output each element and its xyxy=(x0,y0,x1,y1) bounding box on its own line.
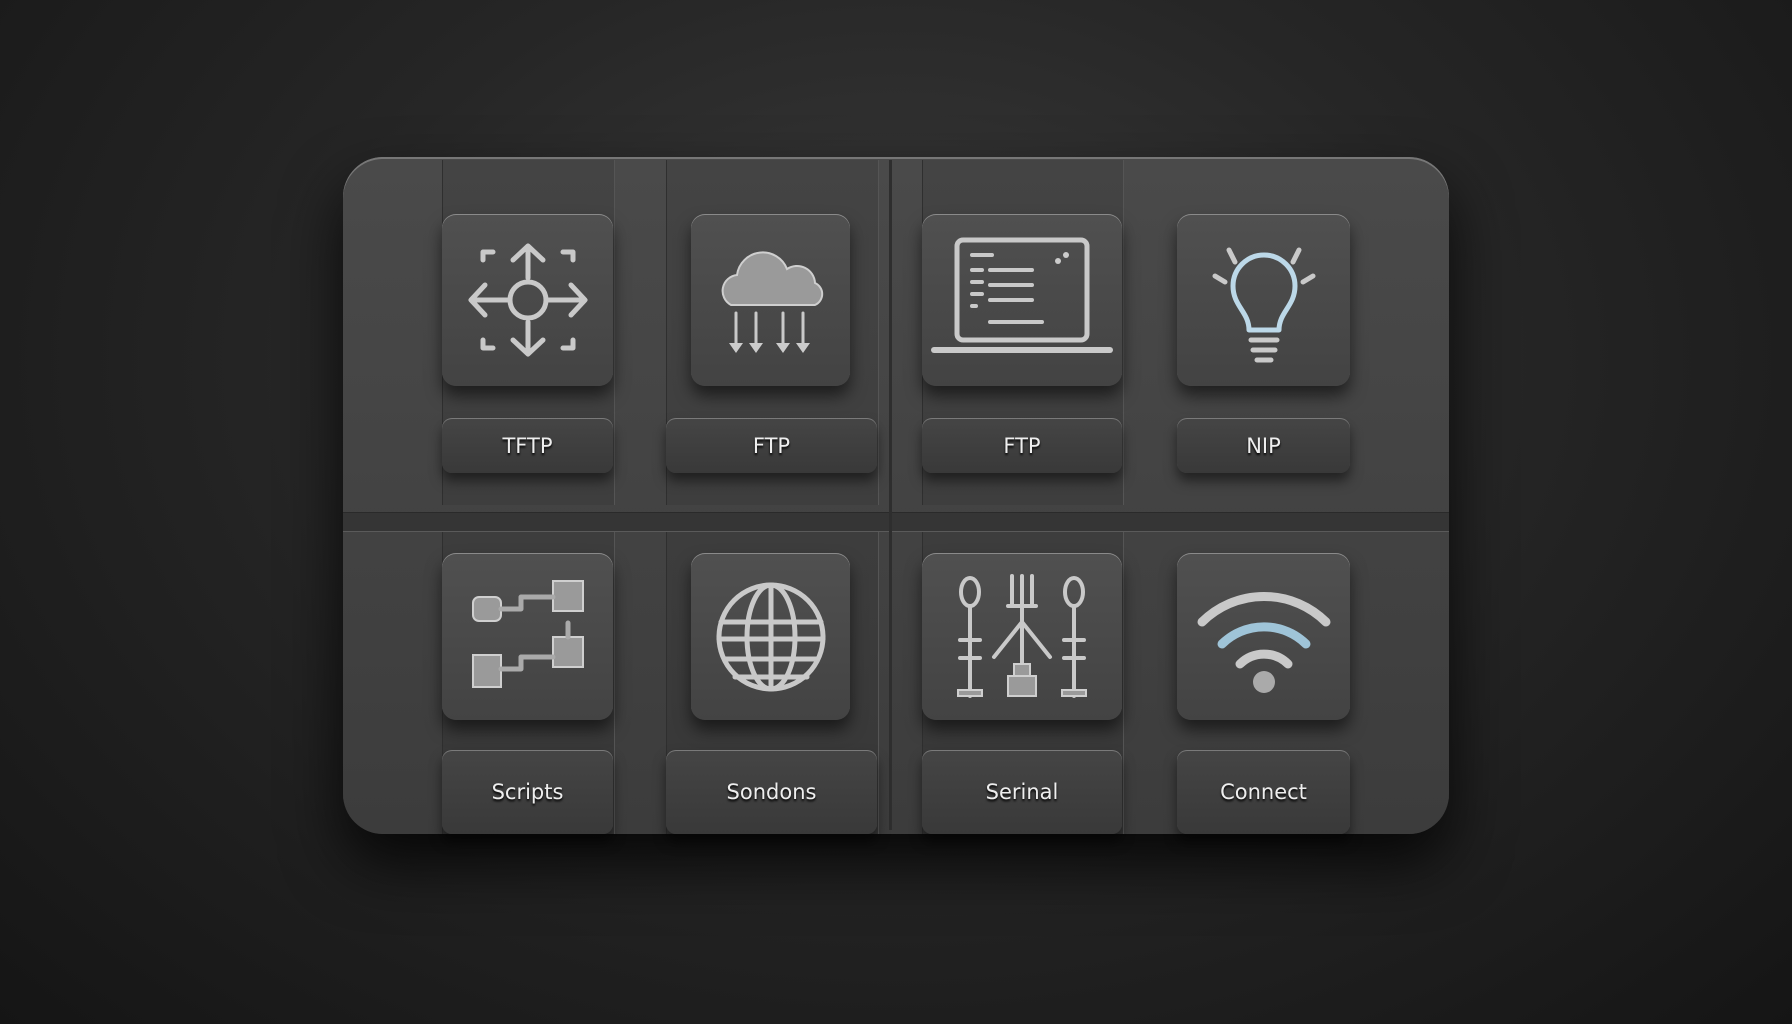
row-divider xyxy=(343,512,1449,532)
wifi-icon xyxy=(1197,591,1330,693)
move-arrows-icon xyxy=(468,243,587,357)
nip-label[interactable]: NIP xyxy=(1177,418,1350,473)
connect-tile[interactable] xyxy=(1177,553,1350,720)
flowchart-icon xyxy=(471,579,584,688)
serinal-label[interactable]: Serinal xyxy=(922,750,1122,834)
ftp-label[interactable]: FTP xyxy=(666,418,877,473)
tftp-tile[interactable] xyxy=(442,214,613,386)
scripts-label[interactable]: Scripts xyxy=(442,750,613,834)
ftp-label-2[interactable]: FTP xyxy=(922,418,1122,473)
scripts-tile[interactable] xyxy=(442,553,613,720)
connect-label[interactable]: Connect xyxy=(1177,750,1350,834)
laptop-icon xyxy=(931,237,1113,353)
sondons-label[interactable]: Sondons xyxy=(666,750,877,834)
ftp-laptop-tile[interactable] xyxy=(922,214,1122,386)
sondons-tile[interactable] xyxy=(691,553,850,720)
globe-icon xyxy=(716,582,825,691)
ftp-cloud-tile[interactable] xyxy=(691,214,850,386)
cloud-download-icon xyxy=(721,251,823,353)
serinal-tile[interactable] xyxy=(922,553,1122,720)
lightbulb-icon xyxy=(1212,247,1315,363)
tftp-label[interactable]: TFTP xyxy=(442,418,613,473)
serial-connectors-icon xyxy=(957,573,1087,698)
column-divider xyxy=(889,160,892,830)
nip-tile[interactable] xyxy=(1177,214,1350,386)
